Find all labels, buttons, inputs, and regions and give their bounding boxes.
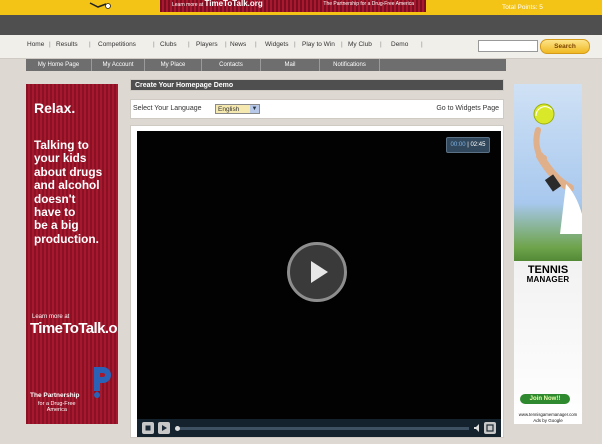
- seek-bar[interactable]: [179, 427, 469, 430]
- nav-separator: |: [225, 41, 227, 48]
- stop-icon: [145, 425, 151, 431]
- nav-separator: |: [49, 41, 51, 48]
- language-select[interactable]: English ▼: [215, 104, 260, 114]
- tab-mail[interactable]: Mail: [261, 59, 320, 71]
- ad-message-line: about drugs: [34, 164, 103, 179]
- ad-partner-sub: for a Drug-Free America: [38, 401, 76, 413]
- total-points: Total Points: 5: [502, 4, 543, 11]
- seek-handle[interactable]: [175, 426, 180, 431]
- tab-my-home-page[interactable]: My Home Page: [26, 59, 92, 71]
- nav-separator: |: [89, 41, 91, 48]
- language-select-value: English: [218, 106, 240, 113]
- top-banner-ad[interactable]: Learn more at TimeToTalk.org The Partner…: [160, 0, 426, 12]
- site-logo-icon[interactable]: [88, 0, 114, 12]
- nav-item-demo[interactable]: Demo: [391, 41, 408, 48]
- nav-item-players[interactable]: Players: [196, 41, 218, 48]
- nav-item-news[interactable]: News: [230, 41, 246, 48]
- play-pause-button[interactable]: [158, 422, 170, 434]
- fullscreen-button[interactable]: [484, 422, 496, 434]
- ad-message: Talking to your kids about drugs and alc…: [34, 138, 103, 246]
- play-small-icon: [162, 425, 167, 431]
- widgets-page-link[interactable]: Go to Widgets Page: [436, 105, 499, 112]
- left-ad-banner[interactable]: Relax. Talking to your kids about drugs …: [26, 84, 118, 424]
- ad-message-line: production.: [34, 231, 99, 246]
- duration: 02:45: [470, 142, 486, 148]
- tab-my-place[interactable]: My Place: [145, 59, 202, 71]
- ad-site-logo: TimeToTalk.org: [30, 320, 118, 337]
- play-icon: [311, 261, 328, 283]
- play-button[interactable]: [287, 242, 347, 302]
- search-button[interactable]: Search: [540, 39, 590, 54]
- nav-item-home[interactable]: Home: [27, 41, 44, 48]
- nav-separator: |: [294, 41, 296, 48]
- ad-partner: The Partnership: [30, 392, 80, 399]
- tab-contacts[interactable]: Contacts: [202, 59, 261, 71]
- language-label: Select Your Language: [133, 105, 202, 112]
- nav-separator: |: [421, 41, 423, 48]
- top-banner-partner: The Partnership for a Drug-Free America: [323, 1, 414, 7]
- tab-notifications[interactable]: Notifications: [320, 59, 380, 71]
- main-nav: Home | Results | Competitions | Clubs | …: [0, 35, 602, 59]
- stop-button[interactable]: [142, 422, 154, 434]
- dark-header-band: [0, 15, 602, 35]
- top-banner-text: Learn more at TimeToTalk.org: [172, 0, 263, 8]
- ad-message-line: and alcohol: [34, 178, 100, 193]
- ad-headline: Relax.: [34, 100, 76, 116]
- ad-partner-sub-line: America: [46, 407, 67, 413]
- search-input[interactable]: [478, 40, 538, 52]
- ads-by-google[interactable]: Ads by Google: [514, 418, 582, 423]
- nav-separator: |: [153, 41, 155, 48]
- nav-separator: |: [188, 41, 190, 48]
- nav-item-competitions[interactable]: Competitions: [98, 41, 136, 48]
- nav-item-results[interactable]: Results: [56, 41, 78, 48]
- sub-nav: My Home Page My Account My Place Contact…: [26, 59, 506, 71]
- right-ad-banner[interactable]: TENNIS MANAGER Join Now!! www.tennisgame…: [514, 84, 582, 424]
- ad-message-line: have to: [34, 205, 76, 220]
- ad-manager-title: MANAGER: [526, 275, 570, 284]
- nav-separator: |: [380, 41, 382, 48]
- ad-message-line: doesn't: [34, 191, 76, 206]
- ad-message-line: be a big: [34, 218, 79, 233]
- ad-url[interactable]: www.tennisgamemanager.com: [514, 412, 582, 417]
- current-time: 00:00: [450, 142, 466, 148]
- page-title: Create Your Homepage Demo: [130, 79, 504, 91]
- tennis-player-icon: [533, 103, 582, 234]
- nav-separator: |: [255, 41, 257, 48]
- ad-message-line: your kids: [34, 151, 87, 166]
- tab-my-account[interactable]: My Account: [92, 59, 145, 71]
- volume-icon[interactable]: [474, 424, 480, 432]
- chevron-down-icon: ▼: [250, 105, 259, 113]
- video-player[interactable]: 00:00 | 02:45: [137, 131, 501, 437]
- nav-item-widgets[interactable]: Widgets: [265, 41, 288, 48]
- partnership-logo-icon: [94, 367, 111, 398]
- time-display: 00:00 | 02:45: [446, 137, 490, 153]
- ad-message-line: Talking to: [34, 138, 89, 152]
- fullscreen-icon: [486, 424, 494, 432]
- nav-item-play-to-win[interactable]: Play to Win: [302, 41, 335, 48]
- nav-separator: |: [341, 41, 343, 48]
- language-row: Select Your Language English ▼ Go to Wid…: [130, 99, 504, 119]
- nav-item-clubs[interactable]: Clubs: [160, 41, 177, 48]
- nav-item-my-club[interactable]: My Club: [348, 41, 372, 48]
- top-header-bar: Learn more at TimeToTalk.org The Partner…: [0, 0, 602, 15]
- join-now-button[interactable]: Join Now!!: [520, 394, 570, 404]
- video-controls: [137, 419, 501, 437]
